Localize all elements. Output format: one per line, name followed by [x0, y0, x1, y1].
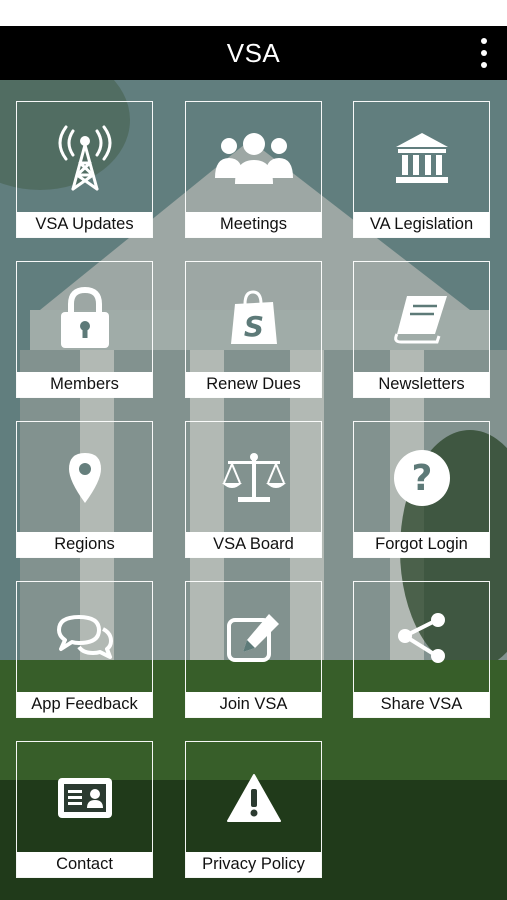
tile-label: Share VSA: [354, 692, 489, 717]
radio-tower-icon: [17, 102, 152, 213]
app-bar: VSA: [0, 26, 507, 80]
tile-forgot-login[interactable]: ? Forgot Login: [353, 421, 490, 558]
tile-label: Newsletters: [354, 372, 489, 397]
tile-contact[interactable]: Contact: [16, 741, 153, 878]
tile-vsa-updates[interactable]: VSA Updates: [16, 101, 153, 238]
question-icon: ?: [354, 422, 489, 533]
svg-text:S: S: [243, 310, 263, 343]
tile-newsletters[interactable]: Newsletters: [353, 261, 490, 398]
svg-text:?: ?: [411, 458, 432, 499]
tile-label: Privacy Policy: [186, 852, 321, 877]
scales-icon: [186, 422, 321, 533]
warning-icon: [186, 742, 321, 853]
tile-label: Members: [17, 372, 152, 397]
tile-label: VA Legislation: [354, 212, 489, 237]
status-bar: [0, 0, 507, 26]
tile-label: VSA Board: [186, 532, 321, 557]
map-pin-icon: [17, 422, 152, 533]
tile-label: VSA Updates: [17, 212, 152, 237]
tile-meetings[interactable]: Meetings: [185, 101, 322, 238]
tile-regions[interactable]: Regions: [16, 421, 153, 558]
tile-label: Meetings: [186, 212, 321, 237]
tile-app-feedback[interactable]: App Feedback: [16, 581, 153, 718]
chat-bubbles-icon: [17, 582, 152, 693]
tile-members[interactable]: Members: [16, 261, 153, 398]
tile-label: Join VSA: [186, 692, 321, 717]
tile-label: App Feedback: [17, 692, 152, 717]
tile-label: Contact: [17, 852, 152, 877]
tile-join-vsa[interactable]: Join VSA: [185, 581, 322, 718]
group-icon: [186, 102, 321, 213]
tile-vsa-board[interactable]: VSA Board: [185, 421, 322, 558]
share-icon: [354, 582, 489, 693]
tile-label: Regions: [17, 532, 152, 557]
contact-card-icon: [17, 742, 152, 853]
tile-va-legislation[interactable]: VA Legislation: [353, 101, 490, 238]
edit-icon: [186, 582, 321, 693]
tile-share-vsa[interactable]: Share VSA: [353, 581, 490, 718]
app-title: VSA: [226, 37, 281, 68]
tile-label: Forgot Login: [354, 532, 489, 557]
book-icon: [354, 262, 489, 373]
tile-privacy-policy[interactable]: Privacy Policy: [185, 741, 322, 878]
lock-icon: [17, 262, 152, 373]
capitol-building-icon: [354, 102, 489, 213]
overflow-menu-icon[interactable]: [475, 38, 493, 68]
tile-renew-dues[interactable]: S Renew Dues: [185, 261, 322, 398]
shopping-bag-icon: S: [186, 262, 321, 373]
tile-label: Renew Dues: [186, 372, 321, 397]
